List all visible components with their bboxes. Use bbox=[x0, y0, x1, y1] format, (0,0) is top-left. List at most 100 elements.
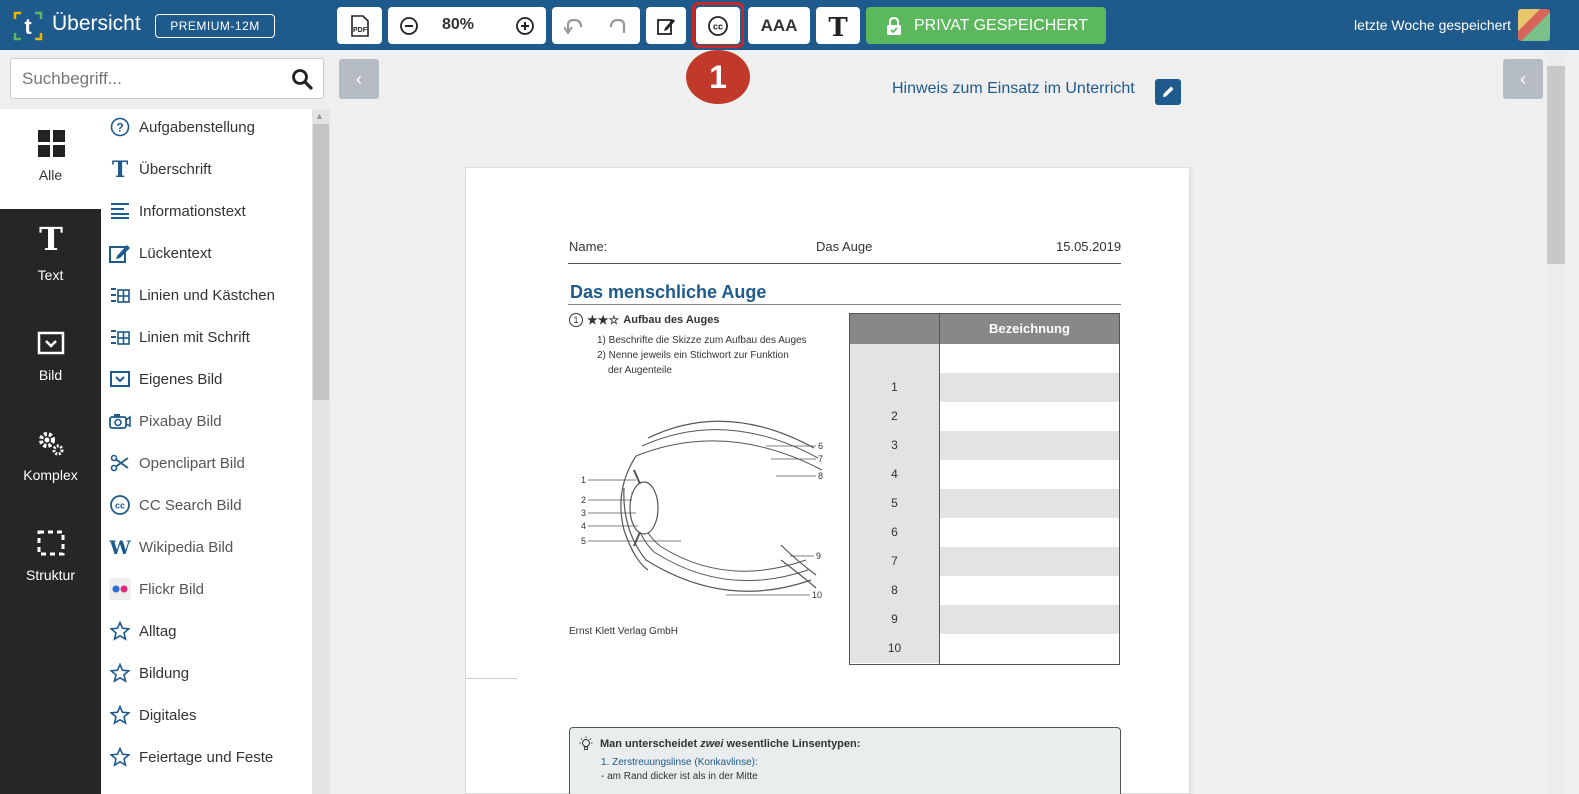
star-icon bbox=[110, 663, 130, 683]
eye-label-right: 9 bbox=[816, 551, 821, 561]
top-toolbar: t Übersicht PREMIUM-12M PDF 80% cc AAA T bbox=[0, 0, 1579, 50]
category-label: Bild bbox=[38, 367, 63, 383]
list-item-label: Flickr Bild bbox=[139, 580, 205, 598]
main-scroll-thumb[interactable] bbox=[1547, 66, 1565, 264]
chevron-left-icon: ‹ bbox=[1520, 69, 1526, 89]
category-alle[interactable]: Alle bbox=[0, 109, 101, 209]
hint-link[interactable]: Hinweis zum Einsatz im Unterricht bbox=[892, 80, 1135, 98]
undo-button[interactable] bbox=[556, 7, 594, 44]
paragraph-icon bbox=[111, 203, 129, 219]
table-row: 10 bbox=[850, 634, 1119, 663]
zoom-in-button[interactable] bbox=[508, 7, 542, 44]
list-item-informationstext[interactable]: Informationstext bbox=[109, 196, 246, 226]
collapse-right-button[interactable]: ‹ bbox=[1503, 59, 1543, 99]
eye-label-left: 3 bbox=[581, 508, 586, 518]
pdf-export-button[interactable]: PDF bbox=[337, 7, 382, 44]
sidebar-scroll-thumb[interactable] bbox=[313, 124, 329, 400]
svg-text:t: t bbox=[24, 14, 32, 39]
heading-icon: T bbox=[112, 158, 129, 180]
star-icon bbox=[110, 621, 130, 641]
list-item-label: Digitales bbox=[139, 706, 197, 724]
eye-label-right: 6 bbox=[818, 441, 823, 451]
label-table[interactable]: Bezeichnung 1 2 3 4 5 6 7 8 9 10 bbox=[849, 313, 1120, 665]
svg-text:T: T bbox=[112, 158, 129, 180]
zoom-in-icon bbox=[516, 16, 534, 35]
task-number: 1 bbox=[569, 313, 583, 327]
plan-badge: PREMIUM-12M bbox=[155, 14, 275, 38]
svg-text:PDF: PDF bbox=[353, 27, 368, 34]
lines-grid-icon bbox=[111, 330, 130, 345]
list-item-label: Lückentext bbox=[139, 244, 212, 262]
category-nav: Alle T Text Bild Komplex Struktur bbox=[0, 109, 101, 794]
wikipedia-icon: W bbox=[109, 537, 131, 557]
table-row: 8 bbox=[850, 576, 1119, 605]
edit-button[interactable] bbox=[646, 7, 686, 44]
category-bild[interactable]: Bild bbox=[0, 309, 101, 409]
category-komplex[interactable]: Komplex bbox=[0, 409, 101, 509]
zoom-out-icon bbox=[400, 16, 418, 35]
task-instruction: 1) Beschrifte die Skizze zum Aufbau des … bbox=[597, 335, 807, 346]
list-item-pixabay-bild[interactable]: Pixabay Bild bbox=[109, 406, 222, 436]
scroll-up-icon[interactable]: ▲ bbox=[315, 111, 324, 121]
list-item-label: CC Search Bild bbox=[139, 496, 242, 514]
table-row: 1 bbox=[850, 373, 1119, 402]
list-item-label: Linien mit Schrift bbox=[139, 328, 250, 346]
list-item-cc-search-bild[interactable]: cc CC Search Bild bbox=[109, 490, 242, 520]
list-item-aufgabenstellung[interactable]: ? Aufgabenstellung bbox=[109, 112, 255, 142]
list-item-feiertage-feste[interactable]: Feiertage und Feste bbox=[109, 742, 273, 772]
category-label: Komplex bbox=[23, 467, 78, 483]
text-size-button[interactable]: AAA bbox=[748, 7, 810, 44]
category-text[interactable]: T Text bbox=[0, 209, 101, 309]
list-item-openclipart-bild[interactable]: Openclipart Bild bbox=[109, 448, 245, 478]
table-header-label: Bezeichnung bbox=[989, 321, 1070, 336]
list-item-wikipedia-bild[interactable]: W Wikipedia Bild bbox=[109, 532, 233, 562]
list-item-digitales[interactable]: Digitales bbox=[109, 700, 197, 730]
search-icon[interactable] bbox=[291, 68, 313, 90]
font-button[interactable]: T bbox=[816, 7, 860, 44]
image-icon bbox=[110, 371, 130, 387]
list-item-lueckentext[interactable]: Lückentext bbox=[109, 238, 212, 268]
redo-button[interactable] bbox=[598, 7, 636, 44]
worksheet-subject: Das Auge bbox=[816, 239, 873, 254]
eye-label-left: 5 bbox=[581, 536, 586, 546]
hint-edit-button[interactable] bbox=[1155, 79, 1181, 105]
table-row: 5 bbox=[850, 489, 1119, 518]
name-label: Name: bbox=[569, 239, 608, 254]
table-row: 7 bbox=[850, 547, 1119, 576]
scissors-icon bbox=[110, 454, 129, 472]
search-input[interactable] bbox=[11, 59, 281, 98]
category-struktur[interactable]: Struktur bbox=[0, 509, 101, 609]
task-heading[interactable]: 1 ★★☆ Aufbau des Auges bbox=[569, 313, 719, 327]
privat-saved-button[interactable]: PRIVAT GESPEICHERT bbox=[866, 7, 1106, 44]
list-item-ueberschrift[interactable]: T Überschrift bbox=[109, 154, 212, 184]
cc-icon: cc bbox=[110, 495, 130, 515]
avatar[interactable] bbox=[1518, 9, 1550, 41]
worksheet-title[interactable]: Das menschliche Auge bbox=[570, 282, 766, 303]
search-box bbox=[10, 58, 324, 99]
list-item-label: Alltag bbox=[139, 622, 177, 640]
star-icon bbox=[110, 705, 130, 725]
table-row: 2 bbox=[850, 402, 1119, 431]
list-item-label: Wikipedia Bild bbox=[139, 538, 234, 556]
list-item-linien-schrift[interactable]: Linien mit Schrift bbox=[109, 322, 250, 352]
flickr-icon bbox=[112, 585, 128, 593]
list-item-eigenes-bild[interactable]: Eigenes Bild bbox=[109, 364, 222, 394]
eye-label-right: 7 bbox=[818, 454, 823, 464]
task-instruction: der Augenteile bbox=[608, 365, 672, 376]
pencil-icon bbox=[1163, 86, 1174, 97]
info-line: 1. Zerstreuungslinse (Konkavlinse): bbox=[601, 757, 758, 768]
svg-text:T: T bbox=[828, 13, 848, 39]
title-rule bbox=[568, 304, 1121, 305]
svg-text:cc: cc bbox=[115, 501, 125, 511]
app-title[interactable]: Übersicht bbox=[52, 12, 141, 36]
eye-diagram[interactable]: 1 2 3 4 5 6 7 8 9 10 bbox=[576, 400, 836, 610]
collapse-left-button[interactable]: ‹ bbox=[339, 59, 379, 99]
zoom-out-button[interactable] bbox=[392, 7, 426, 44]
list-item-bildung[interactable]: Bildung bbox=[109, 658, 189, 688]
list-item-label: Feiertage und Feste bbox=[139, 748, 274, 766]
list-item-linien-kaestchen[interactable]: Linien und Kästchen bbox=[109, 280, 275, 310]
app-logo-icon: t bbox=[13, 11, 43, 41]
list-item-alltag[interactable]: Alltag bbox=[109, 616, 177, 646]
lines-grid-icon bbox=[111, 288, 130, 303]
list-item-flickr-bild[interactable]: Flickr Bild bbox=[109, 574, 204, 604]
